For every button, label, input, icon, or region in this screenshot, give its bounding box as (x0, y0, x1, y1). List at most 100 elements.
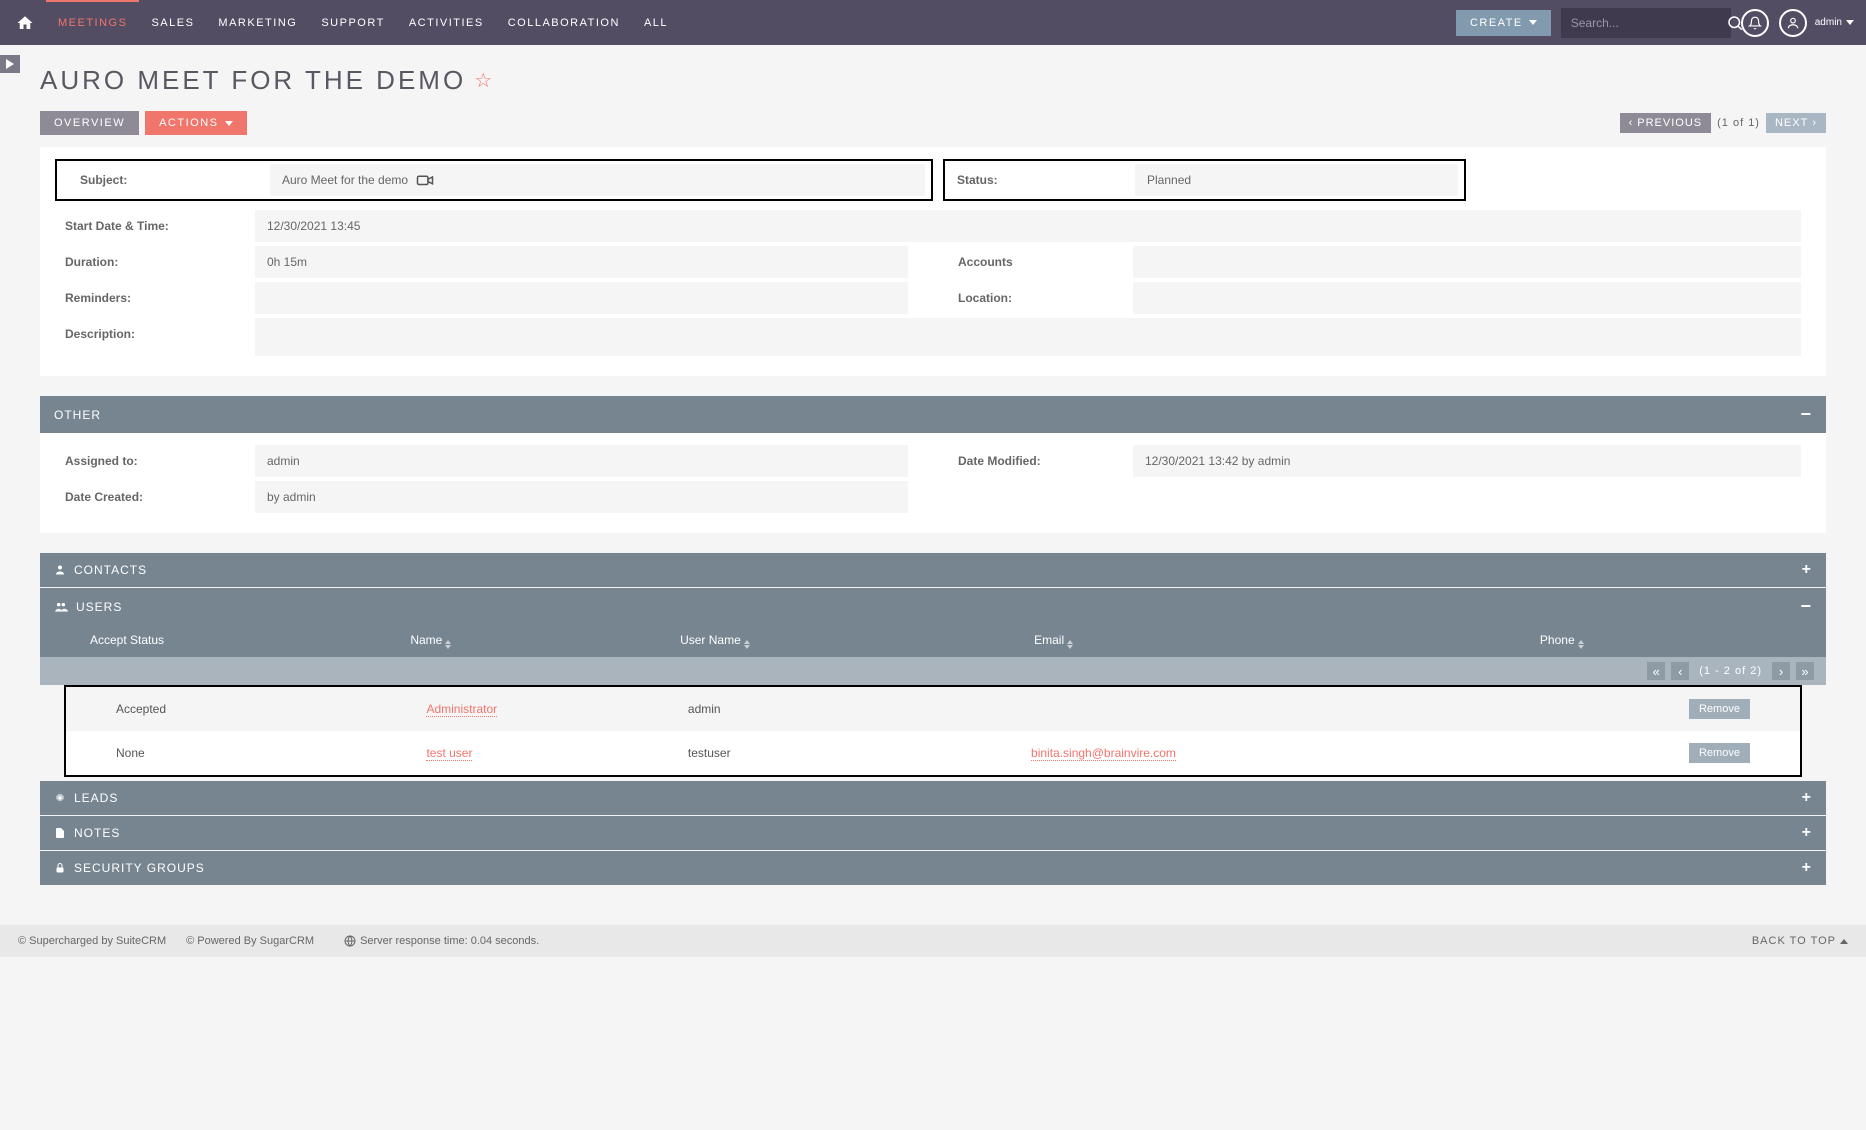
start-date-label: Start Date & Time: (40, 210, 255, 242)
expand-icon[interactable]: + (1802, 859, 1812, 877)
pager-first[interactable]: « (1647, 662, 1665, 680)
duration-label: Duration: (40, 246, 255, 278)
footer: © Supercharged by SuiteCRM © Powered By … (0, 925, 1866, 957)
nav-all[interactable]: ALL (632, 0, 680, 45)
users-panel-header[interactable]: USERS − (40, 588, 1826, 625)
home-icon[interactable] (16, 14, 34, 32)
cell-username: admin (688, 702, 1031, 716)
pager-range: (1 - 2 of 2) (1699, 665, 1762, 677)
pager-last[interactable]: » (1796, 662, 1814, 680)
user-avatar-icon[interactable] (1779, 9, 1807, 37)
caret-down-icon (1529, 20, 1537, 25)
search-input[interactable] (1571, 16, 1726, 30)
overview-button[interactable]: OVERVIEW (40, 111, 139, 135)
collapse-icon[interactable]: − (1800, 596, 1812, 617)
status-label: Status: (945, 164, 1135, 196)
person-icon (54, 564, 66, 576)
leads-panel-header[interactable]: LEADS + (40, 781, 1826, 815)
back-to-top[interactable]: BACK TO TOP (1752, 935, 1848, 947)
expand-icon[interactable]: + (1802, 561, 1812, 579)
lock-icon (54, 862, 66, 874)
record-pager: ‹PREVIOUS (1 of 1) NEXT› (1620, 113, 1826, 133)
video-icon[interactable] (416, 173, 434, 187)
notes-panel-header[interactable]: NOTES + (40, 816, 1826, 850)
pager-count: (1 of 1) (1717, 117, 1760, 129)
table-row: Accepted Administrator admin Remove (66, 687, 1800, 731)
top-navbar: MEETINGS SALES MARKETING SUPPORT ACTIVIT… (0, 0, 1866, 45)
accounts-label: Accounts (933, 246, 1133, 278)
sidebar-toggle[interactable] (0, 55, 20, 73)
cell-name-link[interactable]: Administrator (426, 702, 497, 717)
actions-button[interactable]: ACTIONS (145, 111, 246, 135)
other-panel-header[interactable]: OTHER − (40, 396, 1826, 433)
description-label: Description: (40, 318, 255, 356)
create-button[interactable]: CREATE (1456, 10, 1551, 36)
nav-marketing[interactable]: MARKETING (206, 0, 309, 45)
nav-meetings[interactable]: MEETINGS (46, 0, 139, 45)
other-panel-body: Assigned to: admin Date Modified: 12/30/… (40, 433, 1826, 533)
caret-up-icon (1840, 939, 1848, 944)
caret-down-icon (1846, 20, 1854, 25)
accounts-value (1133, 246, 1801, 278)
notifications-icon[interactable] (1741, 9, 1769, 37)
collapse-icon[interactable]: − (1800, 404, 1812, 425)
col-email[interactable]: Email (1034, 633, 1540, 649)
col-accept-status[interactable]: Accept Status (90, 633, 410, 649)
nav-sales[interactable]: SALES (139, 0, 206, 45)
modified-label: Date Modified: (933, 445, 1133, 477)
favorite-star-icon[interactable]: ☆ (474, 68, 495, 93)
admin-menu[interactable]: admin (1815, 17, 1854, 28)
users-rows-box: Accepted Administrator admin Remove None… (64, 685, 1802, 777)
footer-powered[interactable]: © Powered By SugarCRM (186, 935, 314, 947)
remove-button[interactable]: Remove (1689, 699, 1750, 719)
duration-value: 0h 15m (255, 246, 908, 278)
reminders-label: Reminders: (40, 282, 255, 314)
col-name[interactable]: Name (410, 633, 680, 649)
detail-card: Subject: Auro Meet for the demo Status: (40, 147, 1826, 376)
gear-icon (54, 792, 66, 804)
nav-support[interactable]: SUPPORT (309, 0, 396, 45)
subject-label: Subject: (57, 164, 270, 196)
security-groups-panel-header[interactable]: SECURITY GROUPS + (40, 851, 1826, 885)
expand-icon[interactable]: + (1802, 824, 1812, 842)
search-box (1561, 8, 1731, 38)
cell-email-link[interactable]: binita.singh@brainvire.com (1031, 746, 1176, 761)
assigned-label: Assigned to: (40, 445, 255, 477)
previous-button[interactable]: ‹PREVIOUS (1620, 113, 1712, 133)
users-icon (54, 601, 68, 613)
cell-name-link[interactable]: test user (426, 746, 472, 761)
col-phone[interactable]: Phone (1540, 633, 1776, 649)
cell-username: testuser (688, 746, 1031, 760)
location-label: Location: (933, 282, 1133, 314)
footer-response-time: Server response time: 0.04 seconds. (360, 935, 539, 947)
caret-down-icon (225, 121, 233, 126)
modified-value: 12/30/2021 13:42 by admin (1133, 445, 1801, 477)
page-title: AURO MEET FOR THE DEMO ☆ (40, 65, 1826, 96)
col-username[interactable]: User Name (680, 633, 1034, 649)
next-button[interactable]: NEXT› (1766, 113, 1826, 133)
location-value (1133, 282, 1801, 314)
status-value: Planned (1135, 164, 1458, 196)
footer-supercharged[interactable]: © Supercharged by SuiteCRM (18, 935, 166, 947)
action-bar: OVERVIEW ACTIONS ‹PREVIOUS (1 of 1) NEXT… (40, 111, 1826, 135)
cell-accept: None (116, 746, 426, 760)
table-row: None test user testuser binita.singh@bra… (66, 731, 1800, 775)
remove-button[interactable]: Remove (1689, 743, 1750, 763)
note-icon (54, 827, 66, 839)
subject-value: Auro Meet for the demo (270, 164, 925, 196)
description-value (255, 318, 1801, 356)
pager-next[interactable]: › (1772, 662, 1790, 680)
globe-icon (344, 935, 356, 947)
users-table-header: Accept Status Name User Name Email Phone (40, 625, 1826, 657)
created-value: by admin (255, 481, 908, 513)
contacts-panel-header[interactable]: CONTACTS + (40, 553, 1826, 587)
cell-accept: Accepted (116, 702, 426, 716)
start-date-value: 12/30/2021 13:45 (255, 210, 1801, 242)
pager-prev[interactable]: ‹ (1671, 662, 1689, 680)
nav-collaboration[interactable]: COLLABORATION (496, 0, 632, 45)
users-pager: « ‹ (1 - 2 of 2) › » (40, 657, 1826, 685)
nav-activities[interactable]: ACTIVITIES (397, 0, 496, 45)
expand-icon[interactable]: + (1802, 789, 1812, 807)
created-label: Date Created: (40, 481, 255, 513)
reminders-value (255, 282, 908, 314)
